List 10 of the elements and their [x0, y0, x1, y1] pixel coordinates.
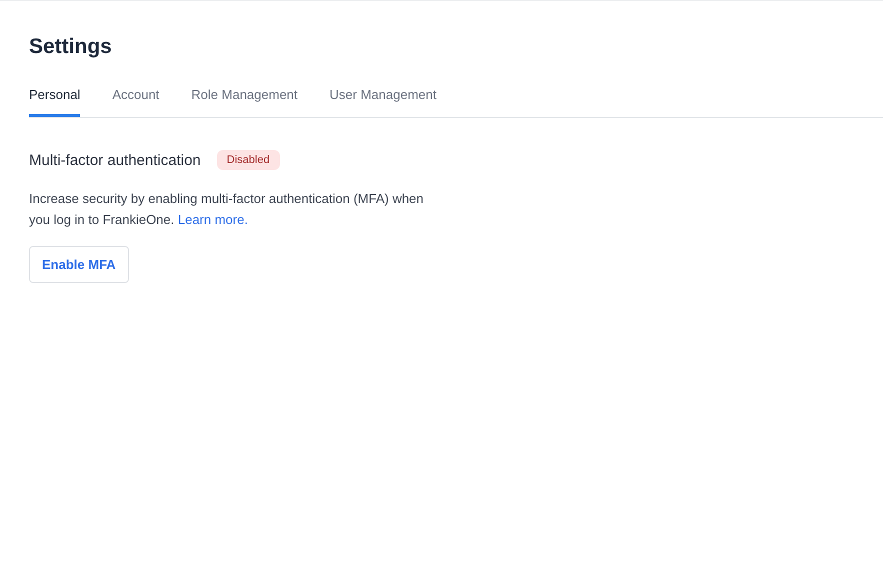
description: Increase security by enabling multi-factor authentication (MFA) when you log in to FrankieOne. Learn more.	[29, 190, 425, 229]
status-badge: Disabled	[216, 150, 280, 170]
tab[interactable]: User Management	[330, 87, 436, 117]
learn-more-link[interactable]: Learn more.	[178, 212, 248, 227]
tab[interactable]: Role Management	[191, 87, 298, 117]
enable-mfa-button[interactable]: Enable MFA	[29, 246, 129, 283]
page-title: Settings	[29, 35, 113, 60]
tab[interactable]: Personal	[29, 87, 80, 117]
section-title: Multi-factor authentication	[29, 152, 201, 168]
tab[interactable]: Account	[112, 87, 160, 117]
